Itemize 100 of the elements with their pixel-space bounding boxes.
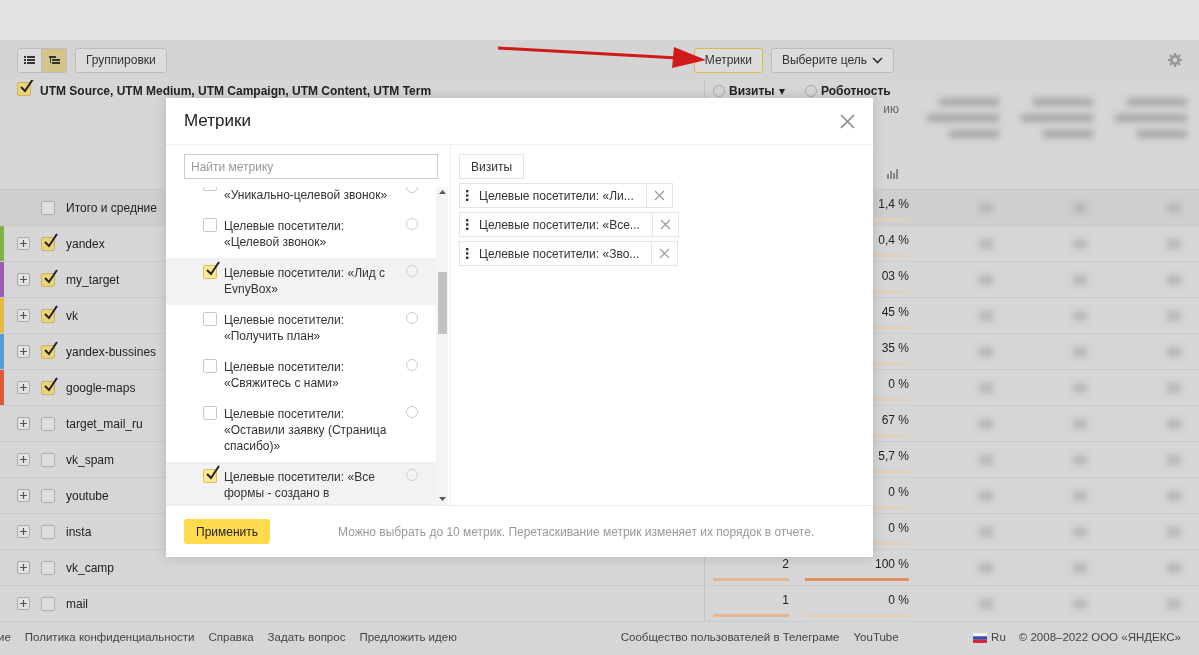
row-label[interactable]: vk_camp (66, 558, 115, 577)
footer-link[interactable]: Политика конфиденциальности (24, 628, 195, 647)
row-label[interactable]: insta (66, 522, 92, 541)
footer-link[interactable]: YouTube (853, 628, 899, 647)
metric-option[interactable]: Целевые посетители: «Получить план» (166, 305, 436, 352)
apply-button[interactable]: Применить (184, 519, 270, 544)
plus-icon (20, 240, 27, 247)
checkbox[interactable] (41, 236, 55, 251)
checkbox[interactable] (203, 359, 217, 373)
row-label[interactable]: yandex (66, 234, 105, 253)
checkbox[interactable] (41, 596, 55, 611)
table-cell-text: 35 % (881, 339, 909, 357)
list-view-button[interactable] (17, 47, 42, 73)
hint-text: Можно выбрать до 10 метрик. Перетаскивание метрик изменяет их порядок в отчете. (338, 523, 815, 541)
footer-link[interactable]: Справка (208, 628, 254, 647)
metric-chip[interactable]: Целевые посетители: «Зво... (459, 241, 679, 266)
table-cell-text: 45 % (881, 303, 909, 321)
close-icon[interactable] (659, 248, 671, 259)
groupings-button[interactable]: Группировки (75, 47, 167, 73)
expand-button[interactable] (17, 561, 30, 574)
blurred-text (1127, 98, 1187, 106)
expand-button[interactable] (17, 525, 30, 538)
goal-dropdown[interactable]: Выберите цель (771, 47, 895, 73)
metric-option[interactable]: Целевые посетители: «Все формы - создано в (166, 462, 436, 505)
checkbox[interactable] (41, 344, 55, 359)
settings-icon[interactable] (1168, 53, 1182, 67)
expand-button[interactable] (17, 345, 30, 358)
table-cell-text: 100 % (874, 555, 909, 573)
expand-button[interactable] (17, 453, 30, 466)
row-label[interactable]: youtube (66, 486, 109, 505)
drag-handle-icon[interactable] (466, 190, 469, 201)
drag-handle-icon[interactable] (466, 219, 469, 230)
close-icon[interactable] (653, 190, 665, 201)
checkbox[interactable] (41, 380, 55, 395)
checkbox[interactable] (203, 406, 217, 420)
table-cell-text: 5,7 % (878, 447, 909, 465)
table-cell-text: 67 % (881, 411, 909, 429)
plus-icon (20, 348, 27, 355)
footer-link[interactable]: Задать вопрос (267, 628, 346, 647)
language-link[interactable]: Ru (973, 628, 1006, 647)
checkbox[interactable] (41, 524, 55, 539)
checkbox[interactable] (41, 200, 55, 215)
metric-chip[interactable]: Целевые посетители: «Ли... (459, 183, 673, 208)
checkbox[interactable] (41, 416, 55, 431)
metric-option[interactable]: Целевые посетители: «Целевой звонок» (166, 211, 436, 258)
expand-button[interactable] (17, 597, 30, 610)
metric-chip[interactable]: Визиты (459, 154, 525, 179)
blurred-text (1043, 130, 1093, 138)
checkbox[interactable] (17, 82, 31, 96)
expand-button[interactable] (17, 309, 30, 322)
checkbox[interactable] (41, 488, 55, 503)
metrics-button[interactable]: Метрики (693, 47, 763, 73)
expand-button[interactable] (17, 381, 30, 394)
expand-button[interactable] (17, 489, 30, 502)
table-cell-text: 1 (782, 591, 789, 609)
checkbox[interactable] (41, 452, 55, 467)
scrollbar[interactable] (436, 187, 448, 505)
row-label[interactable]: vk_spam (66, 450, 115, 469)
column-header: UTM Source, UTM Medium, UTM Campaign, UTM Content, UTM Term (40, 83, 432, 100)
column-header[interactable]: Роботность (821, 82, 891, 100)
footer-link[interactable]: Предложить идею (359, 628, 457, 647)
metric-option[interactable]: Целевые посетители: «Свяжитесь с нами» (166, 352, 436, 399)
dialog-title: Метрики (184, 110, 251, 133)
tree-view-button[interactable] (42, 47, 67, 73)
footer-link[interactable]: Сообщество пользователей в Телеграме (620, 628, 840, 647)
row-label[interactable]: target_mail_ru (66, 414, 143, 433)
metric-chip[interactable]: Целевые посетители: «Все... (459, 212, 679, 237)
table-cell-text: 0 % (888, 519, 909, 537)
metric-option[interactable]: Целевые посетители: «Лид с EvnyBox» (166, 258, 436, 305)
row-label[interactable]: Итого и средние (66, 198, 157, 217)
plus-icon (20, 528, 27, 535)
checkbox[interactable] (203, 218, 217, 232)
drag-handle-icon[interactable] (466, 248, 469, 259)
plus-icon (20, 276, 27, 283)
bar-chart-icon (887, 168, 899, 179)
expand-button[interactable] (17, 273, 30, 286)
column-header[interactable]: Визиты (729, 82, 775, 100)
checkbox[interactable] (41, 560, 55, 575)
row-label[interactable]: mail (66, 594, 88, 613)
table-cell-text: 0 % (888, 483, 909, 501)
metric-option[interactable]: «Уникально-целевой звонок» (166, 187, 436, 211)
metric-option[interactable]: Целевые посетители: «Оставили заявку (Страница спасибо)» (166, 399, 436, 462)
scroll-thumb[interactable] (437, 272, 447, 334)
row-label[interactable]: yandex-bussines (66, 342, 157, 361)
row-label[interactable]: vk (66, 306, 78, 325)
flag-icon (973, 632, 988, 643)
checkbox[interactable] (41, 272, 55, 287)
search-field[interactable]: Найти метрику (184, 154, 438, 179)
close-icon[interactable] (659, 219, 671, 230)
checkbox[interactable] (41, 308, 55, 323)
close-icon[interactable] (840, 113, 855, 129)
row-label[interactable]: my_target (66, 270, 120, 289)
sort-indicator[interactable]: ▾ (778, 82, 785, 100)
table-cell-text: 2 (782, 555, 789, 573)
row-label[interactable]: google-maps (66, 378, 136, 397)
chevron-down-icon (872, 56, 884, 64)
expand-button[interactable] (17, 237, 30, 250)
list-icon (24, 55, 35, 65)
expand-button[interactable] (17, 417, 30, 430)
checkbox[interactable] (203, 312, 217, 326)
